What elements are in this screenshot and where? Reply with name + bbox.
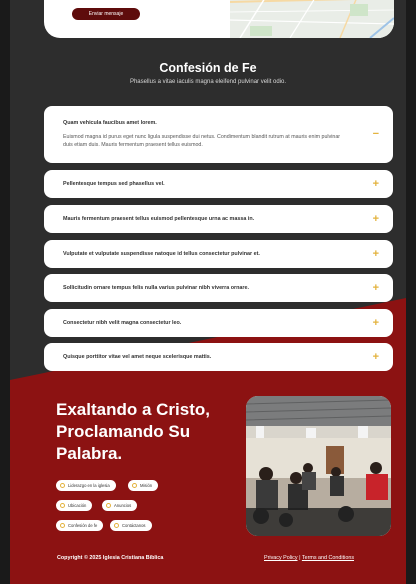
faith-section-subtitle: Phasellus a vitae iaculis magna eleifend… (129, 79, 287, 85)
congregation-image (246, 396, 391, 536)
circle-icon (132, 483, 137, 488)
circle-icon (114, 523, 119, 528)
pill-label: Contáctanos (122, 523, 146, 528)
faq-question: Vulputate et vulputate suspendisse natoq… (63, 251, 260, 257)
window-frame-left (0, 0, 10, 584)
circle-icon (106, 503, 111, 508)
footer-copyright: Copyright © 2025 Iglesia Cristiana Bíbli… (57, 555, 164, 561)
footer-separator: | (299, 555, 301, 561)
faq-item[interactable]: Sollicitudin ornare tempus felis nulla v… (44, 274, 393, 302)
faq-item[interactable]: Mauris fermentum praesent tellus euismod… (44, 205, 393, 233)
pill-label: Confesión de fe (68, 523, 98, 528)
faq-question: Consectetur nibh velit magna consectetur… (63, 320, 182, 326)
plus-icon[interactable]: + (373, 179, 379, 190)
pill-link[interactable]: Ubicación (56, 500, 93, 511)
faq-item[interactable]: Quisque porttitor vitae vel amet neque s… (44, 343, 393, 371)
faq-item[interactable]: Pellentesque tempus sed phasellus vel. + (44, 170, 393, 198)
circle-icon (60, 483, 65, 488)
contact-card: Enviar mensaje (44, 0, 394, 38)
hero-title: Exaltando a Cristo, Proclamando Su Palab… (56, 400, 210, 463)
congregation-photo (246, 396, 391, 536)
plus-icon[interactable]: + (373, 318, 379, 329)
map-image (229, 0, 394, 38)
pill-label: Anuncios (114, 503, 132, 508)
plus-icon[interactable]: + (373, 352, 379, 363)
faq-item[interactable]: Quam vehicula faucibus amet lorem. Euism… (44, 106, 393, 163)
pill-link[interactable]: Misión (128, 480, 159, 491)
faq-question: Quisque porttitor vitae vel amet neque s… (63, 354, 212, 360)
send-message-button[interactable]: Enviar mensaje (72, 8, 140, 20)
faq-item[interactable]: Consectetur nibh velit magna consectetur… (44, 309, 393, 337)
pill-label: Ubicación (68, 503, 87, 508)
pill-label: Liderazgo en la iglesia (68, 483, 110, 488)
privacy-policy-link[interactable]: Privacy Policy (264, 555, 298, 561)
pill-link[interactable]: Contáctanos (110, 520, 152, 531)
location-map[interactable] (229, 0, 394, 38)
circle-icon (60, 523, 65, 528)
faq-question: Pellentesque tempus sed phasellus vel. (63, 181, 165, 187)
minus-icon[interactable]: − (373, 129, 379, 140)
window-frame-right (406, 0, 416, 584)
faq-question: Quam vehicula faucibus amet lorem. (63, 120, 157, 126)
faith-section-title: Confesión de Fe (159, 61, 257, 75)
plus-icon[interactable]: + (373, 214, 379, 225)
pill-link[interactable]: Anuncios (102, 500, 138, 511)
footer-links: Privacy Policy | Terms and Conditions (264, 555, 354, 561)
page-content[interactable]: Enviar mensaje Confesión de Fe Phasellus… (10, 0, 406, 584)
circle-icon (60, 503, 65, 508)
plus-icon[interactable]: + (373, 249, 379, 260)
pill-link[interactable]: Liderazgo en la iglesia (56, 480, 116, 491)
faq-item[interactable]: Vulputate et vulputate suspendisse natoq… (44, 240, 393, 268)
faq-question: Sollicitudin ornare tempus felis nulla v… (63, 285, 250, 291)
pill-label: Misión (140, 483, 153, 488)
plus-icon[interactable]: + (373, 283, 379, 294)
faq-question: Mauris fermentum praesent tellus euismod… (63, 216, 255, 222)
faq-answer: Euismod magna id purus eget nunc ligula … (63, 134, 341, 148)
terms-link[interactable]: Terms and Conditions (302, 555, 354, 561)
pill-link[interactable]: Confesión de fe (56, 520, 104, 531)
